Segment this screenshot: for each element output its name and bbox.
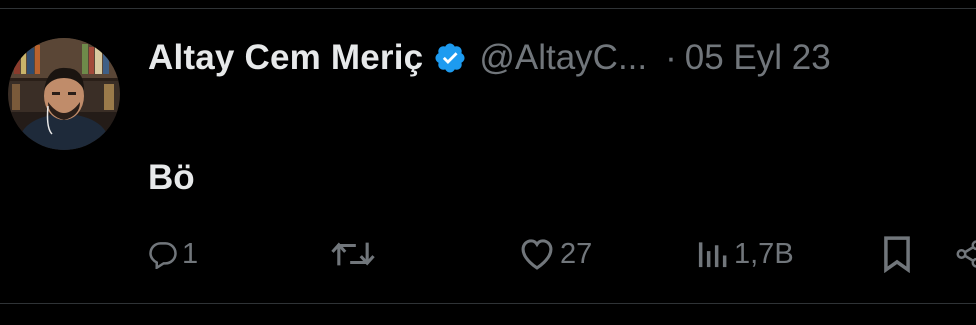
user-handle[interactable]: @AltayC... — [479, 38, 647, 78]
top-divider — [0, 8, 976, 9]
timestamp[interactable]: 05 Eyl 23 — [685, 38, 831, 78]
verified-badge-icon[interactable] — [433, 41, 467, 75]
display-name[interactable]: Altay Cem Meriç — [148, 38, 423, 78]
reply-count: 1 — [182, 237, 199, 270]
reply-button[interactable]: 1 — [148, 232, 198, 276]
bookmark-icon — [880, 235, 914, 273]
share-button[interactable] — [954, 232, 976, 276]
like-count: 27 — [560, 237, 593, 270]
separator-dot: · — [665, 38, 677, 77]
tweet-text: Bö — [148, 158, 195, 197]
reply-icon — [148, 239, 178, 269]
bottom-divider — [0, 303, 976, 304]
views-count: 1,7B — [734, 237, 794, 270]
bookmark-button[interactable] — [880, 232, 914, 276]
avatar[interactable] — [8, 38, 120, 150]
share-icon — [954, 239, 976, 269]
like-button[interactable]: 27 — [518, 232, 592, 276]
heart-icon — [518, 237, 556, 271]
retweet-icon — [330, 237, 376, 271]
views-button[interactable]: 1,7B — [694, 232, 794, 276]
views-icon — [694, 238, 730, 270]
retweet-button[interactable] — [330, 232, 380, 276]
tweet-header: Altay Cem Meriç @AltayC... · 05 Eyl 23 — [148, 34, 831, 82]
